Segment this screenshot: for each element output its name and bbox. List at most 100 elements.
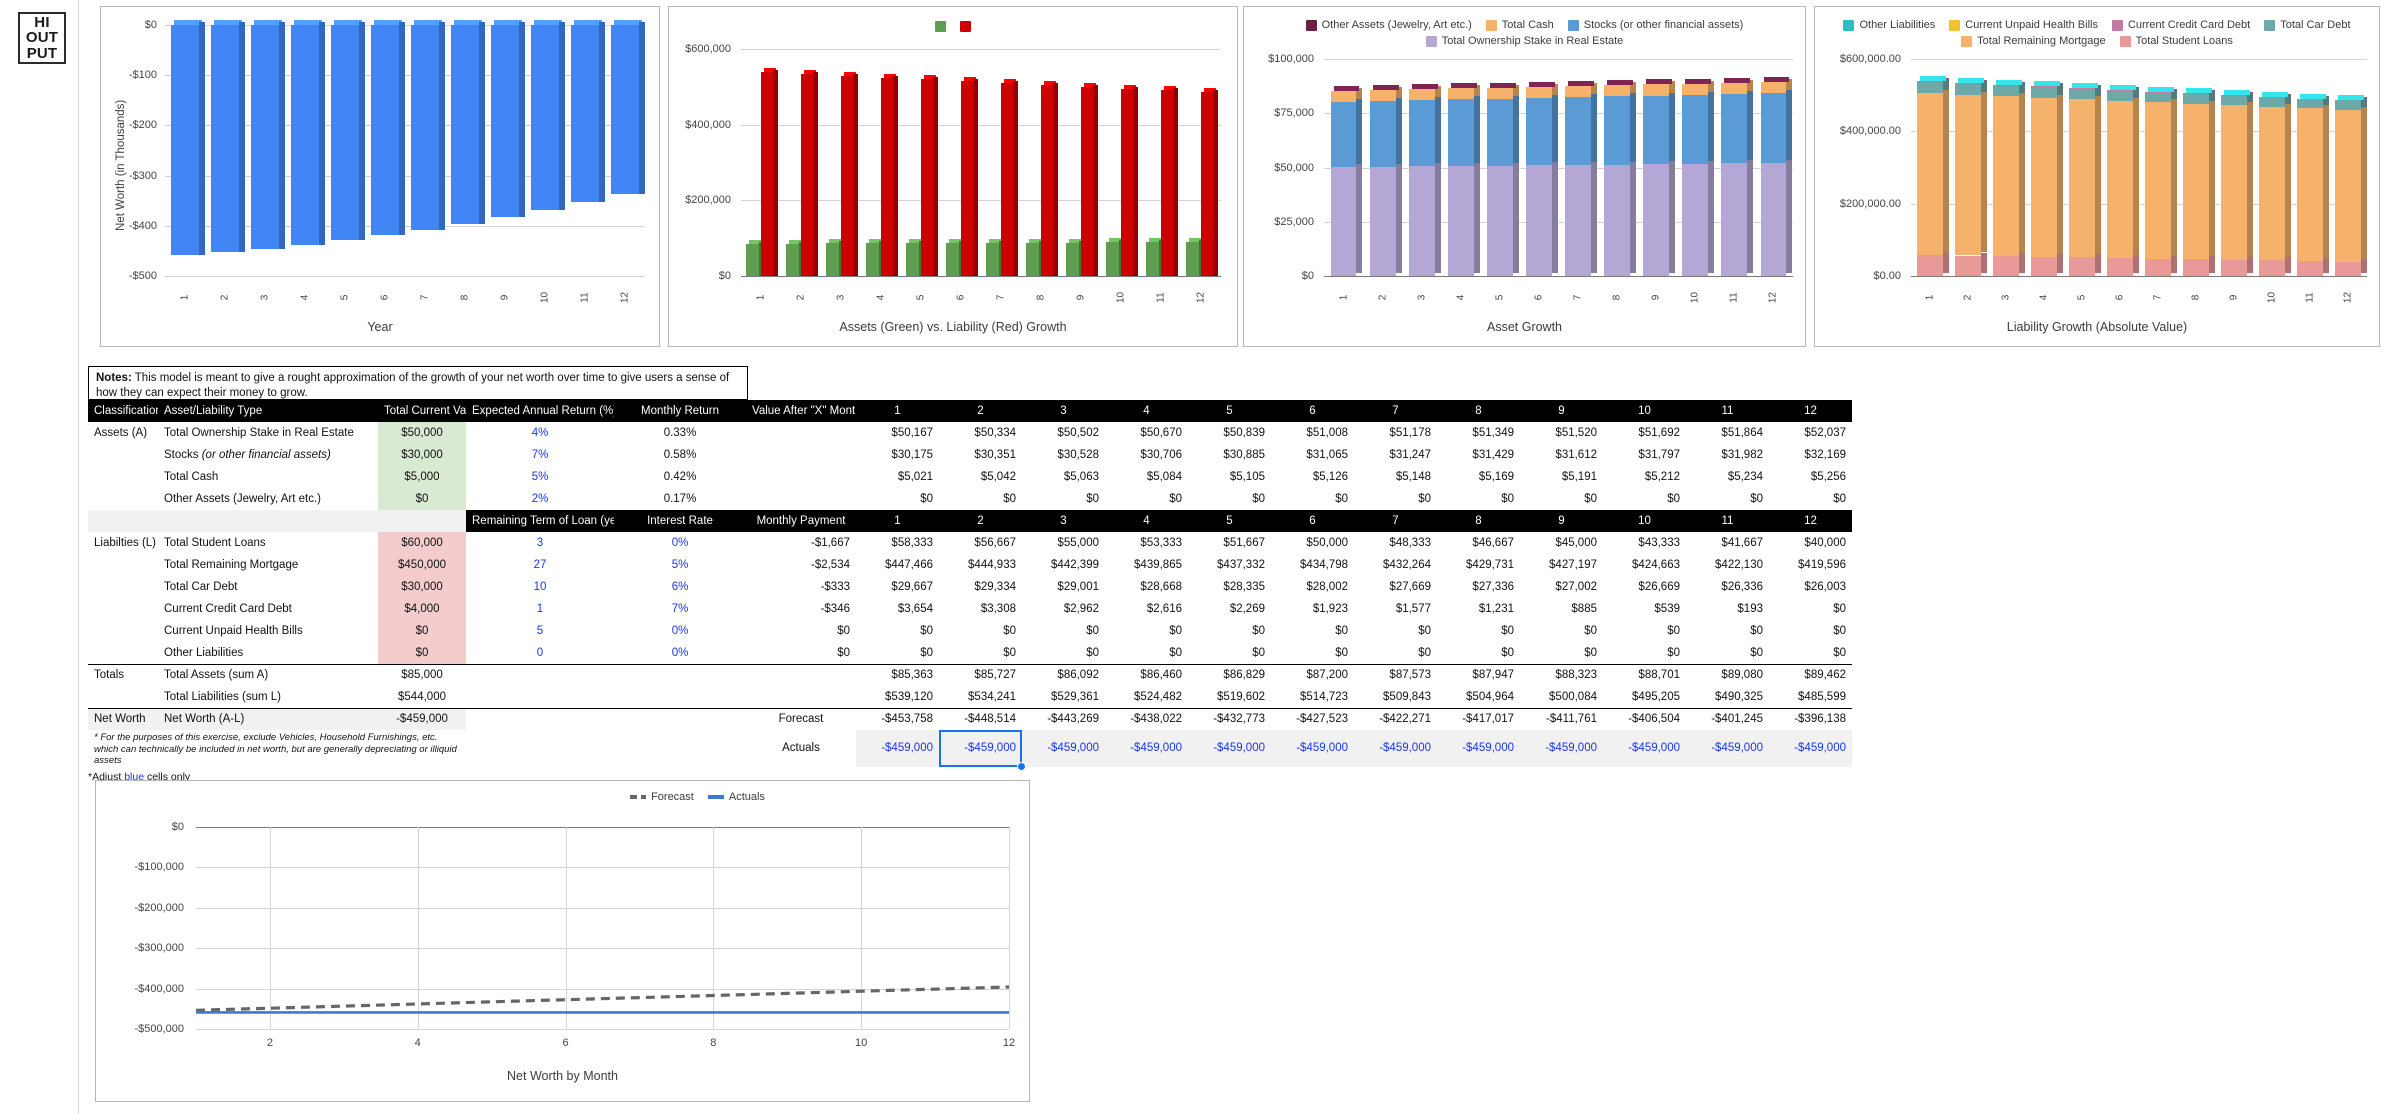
chart-assets-vs-liability[interactable]: $600,000$400,000$200,000$0 1 2 xyxy=(668,6,1238,347)
actuals-value-cell[interactable]: -$459,000 xyxy=(1686,730,1769,767)
month-value-cell: $5,105 xyxy=(1188,466,1271,488)
month-header: 9 xyxy=(1520,400,1603,422)
current-value-cell[interactable]: $60,000 xyxy=(378,532,466,554)
table-row[interactable]: Stocks (or other financial assets)$30,00… xyxy=(88,444,1852,466)
chart-net-worth-by-year[interactable]: $0-$100-$200-$300-$400-$500Net Worth (in… xyxy=(100,6,660,347)
interest-rate-cell[interactable]: 5% xyxy=(614,554,746,576)
month-value-cell: $539,120 xyxy=(856,686,939,708)
current-value-cell[interactable]: $50,000 xyxy=(378,422,466,444)
forecast-label-cell: Forecast xyxy=(746,708,856,730)
table-row[interactable]: Liabilties (L)Total Student Loans$60,000… xyxy=(88,532,1852,554)
actuals-value-cell[interactable]: -$459,000 xyxy=(1105,730,1188,767)
bar xyxy=(451,25,480,224)
loan-term-cell[interactable]: 1 xyxy=(466,598,614,620)
bar-face xyxy=(1993,85,2018,86)
bar-face xyxy=(1146,242,1158,276)
annual-return-cell[interactable]: 2% xyxy=(466,488,614,510)
legend-label: Total Student Loans xyxy=(2136,35,2233,47)
bar-top-cap xyxy=(1568,81,1594,86)
liability-column-header: Interest Rate xyxy=(614,510,746,532)
chart-asset-growth[interactable]: Other Assets (Jewelry, Art etc.) Total C… xyxy=(1243,6,1806,347)
actuals-value-cell[interactable]: -$459,000 xyxy=(1354,730,1437,767)
actuals-value-cell[interactable]: -$459,000 xyxy=(1769,730,1852,767)
month-value-cell: $424,663 xyxy=(1603,554,1686,576)
actuals-value-cell[interactable]: -$459,000 xyxy=(1603,730,1686,767)
current-value-cell[interactable]: $0 xyxy=(378,488,466,510)
bar-face xyxy=(1161,90,1173,276)
table-row[interactable]: Total Liabilities (sum L)$544,000$539,12… xyxy=(88,686,1852,708)
current-value-cell[interactable]: $30,000 xyxy=(378,576,466,598)
interest-rate-cell[interactable]: 0% xyxy=(614,642,746,664)
month-value-cell: $31,429 xyxy=(1437,444,1520,466)
spreadsheet-grid[interactable]: ClassificationAsset/Liability Type Total … xyxy=(88,400,1852,767)
actuals-value-cell[interactable]: -$459,000 xyxy=(1022,730,1105,767)
table-row[interactable]: Assets (A)Total Ownership Stake in Real … xyxy=(88,422,1852,444)
networth-forecast-row[interactable]: Net WorthNet Worth (A-L)-$459,000Forecas… xyxy=(88,708,1852,730)
actuals-value-cell[interactable]: -$459,000 xyxy=(856,730,939,767)
loan-term-cell[interactable]: 0 xyxy=(466,642,614,664)
month-value-cell: $50,167 xyxy=(856,422,939,444)
table-row[interactable]: TotalsTotal Assets (sum A)$85,000$85,363… xyxy=(88,664,1852,686)
classification-cell xyxy=(88,642,158,664)
current-value-cell[interactable]: $450,000 xyxy=(378,554,466,576)
networth-table[interactable]: ClassificationAsset/Liability Type Total … xyxy=(88,400,1852,767)
loan-term-cell[interactable]: 3 xyxy=(466,532,614,554)
table-row[interactable]: Total Cash$5,0005%0.42%$5,021$5,042$5,06… xyxy=(88,466,1852,488)
month-value-cell: $56,667 xyxy=(939,532,1022,554)
monthly-payment-cell: -$333 xyxy=(746,576,856,598)
interest-rate-cell[interactable]: 7% xyxy=(614,598,746,620)
month-value-cell: $26,336 xyxy=(1686,576,1769,598)
loan-term-cell[interactable]: 10 xyxy=(466,576,614,598)
current-value-cell[interactable]: $30,000 xyxy=(378,444,466,466)
bar-face xyxy=(2031,86,2056,87)
table-row[interactable]: Total Car Debt$30,000106%-$333$29,667$29… xyxy=(88,576,1852,598)
x-axis-tick: 6 xyxy=(956,288,967,308)
annual-return-cell[interactable]: 7% xyxy=(466,444,614,466)
column-header: Asset/Liability Type xyxy=(158,400,378,422)
interest-rate-cell[interactable]: 0% xyxy=(614,620,746,642)
bar xyxy=(801,74,813,276)
monthly-return-cell: 0.58% xyxy=(614,444,746,466)
actuals-value-cell[interactable]: -$459,000 xyxy=(1271,730,1354,767)
current-value-cell[interactable]: $4,000 xyxy=(378,598,466,620)
column-header: Classification xyxy=(88,400,158,422)
bar xyxy=(826,243,838,276)
chart-net-worth-by-month[interactable]: Forecast Actuals $0-$100,000-$200,000-$3… xyxy=(95,780,1030,1102)
month-value-cell: $0 xyxy=(1520,488,1603,510)
forecast-value-cell: -$411,761 xyxy=(1520,708,1603,730)
table-row[interactable]: Other Assets (Jewelry, Art etc.)$02%0.17… xyxy=(88,488,1852,510)
bar xyxy=(1081,87,1093,276)
annual-return-cell[interactable]: 4% xyxy=(466,422,614,444)
current-value-cell[interactable]: $0 xyxy=(378,642,466,664)
table-row[interactable]: Current Credit Card Debt$4,00017%-$346$3… xyxy=(88,598,1852,620)
loan-term-cell[interactable]: 5 xyxy=(466,620,614,642)
month-value-cell: $1,923 xyxy=(1271,598,1354,620)
annual-return-cell[interactable]: 5% xyxy=(466,466,614,488)
app-logo: HI OUT PUT xyxy=(18,12,66,64)
bar-face xyxy=(2145,92,2170,102)
table-row[interactable]: Current Unpaid Health Bills$050%$0$0$0$0… xyxy=(88,620,1852,642)
selection-fill-handle[interactable] xyxy=(1017,762,1026,771)
interest-rate-cell[interactable]: 0% xyxy=(614,532,746,554)
interest-rate-cell[interactable]: 6% xyxy=(614,576,746,598)
actuals-value-cell[interactable]: -$459,000 xyxy=(1437,730,1520,767)
chart-liability-growth[interactable]: Other Liabilities Current Unpaid Health … xyxy=(1814,6,2380,347)
table-row[interactable]: Total Remaining Mortgage$450,000275%-$2,… xyxy=(88,554,1852,576)
bar-segment xyxy=(1682,95,1708,164)
gridline xyxy=(165,276,645,277)
bar-face xyxy=(1487,166,1513,276)
actuals-value-cell[interactable]: -$459,000 xyxy=(1520,730,1603,767)
actuals-value-cell[interactable]: -$459,000 xyxy=(1188,730,1271,767)
current-value-cell[interactable]: $5,000 xyxy=(378,466,466,488)
y-axis-tick: $0 xyxy=(1244,270,1314,282)
bar-segment xyxy=(1565,86,1591,97)
actuals-value-cell[interactable]: -$459,000 xyxy=(939,730,1022,767)
current-value-cell[interactable]: $0 xyxy=(378,620,466,642)
column-header: Expected Annual Return (%) xyxy=(466,400,614,422)
bar-side xyxy=(2133,255,2139,273)
loan-term-cell[interactable]: 27 xyxy=(466,554,614,576)
x-axis-tick: 3 xyxy=(836,288,847,308)
bar-top-cap xyxy=(1646,79,1672,84)
table-row[interactable]: Other Liabilities$000%$0$0$0$0$0$0$0$0$0… xyxy=(88,642,1852,664)
networth-actuals-row[interactable]: * For the purposes of this exercise, exc… xyxy=(88,730,1852,767)
